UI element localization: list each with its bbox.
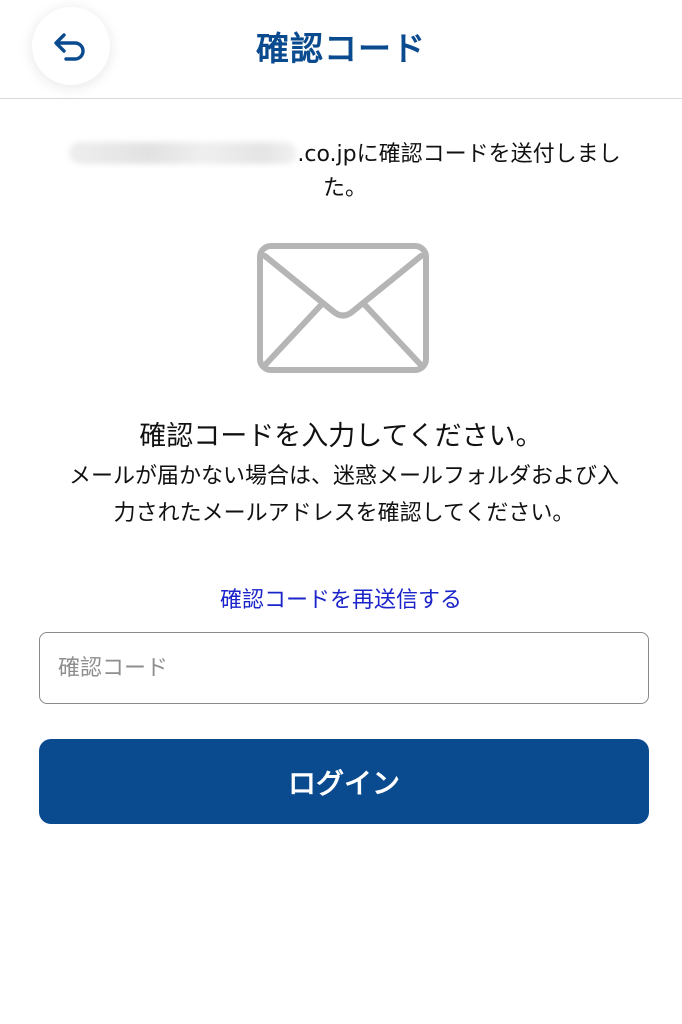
instruction-note: メールが届かない場合は、迷惑メールフォルダおよび入 力されたメールアドレスを確認… (44, 458, 644, 532)
login-button[interactable]: ログイン (39, 739, 649, 824)
envelope-icon (257, 243, 429, 373)
instruction-title: 確認コードを入力してください。 (139, 421, 543, 452)
code-sent-text: .co.jpに確認コードを送付しました。 (297, 142, 621, 201)
instruction-note-line2: 力されたメールアドレスを確認してください。 (113, 501, 575, 526)
instruction-note-line1: メールが届かない場合は、迷惑メールフォルダおよび入 (68, 464, 619, 489)
page-title: 確認コード (256, 29, 426, 68)
resend-code-link[interactable]: 確認コードを再送信する (0, 582, 682, 614)
code-sent-message: .co.jpに確認コードを送付しました。 (50, 138, 640, 206)
verification-code-input[interactable] (39, 632, 649, 704)
header-bar: 確認コード (0, 0, 682, 99)
verification-screen: 確認コード .co.jpに確認コードを送付しました。 確認コードを入力してくださ… (0, 0, 682, 1024)
masked-email-address (69, 142, 298, 164)
